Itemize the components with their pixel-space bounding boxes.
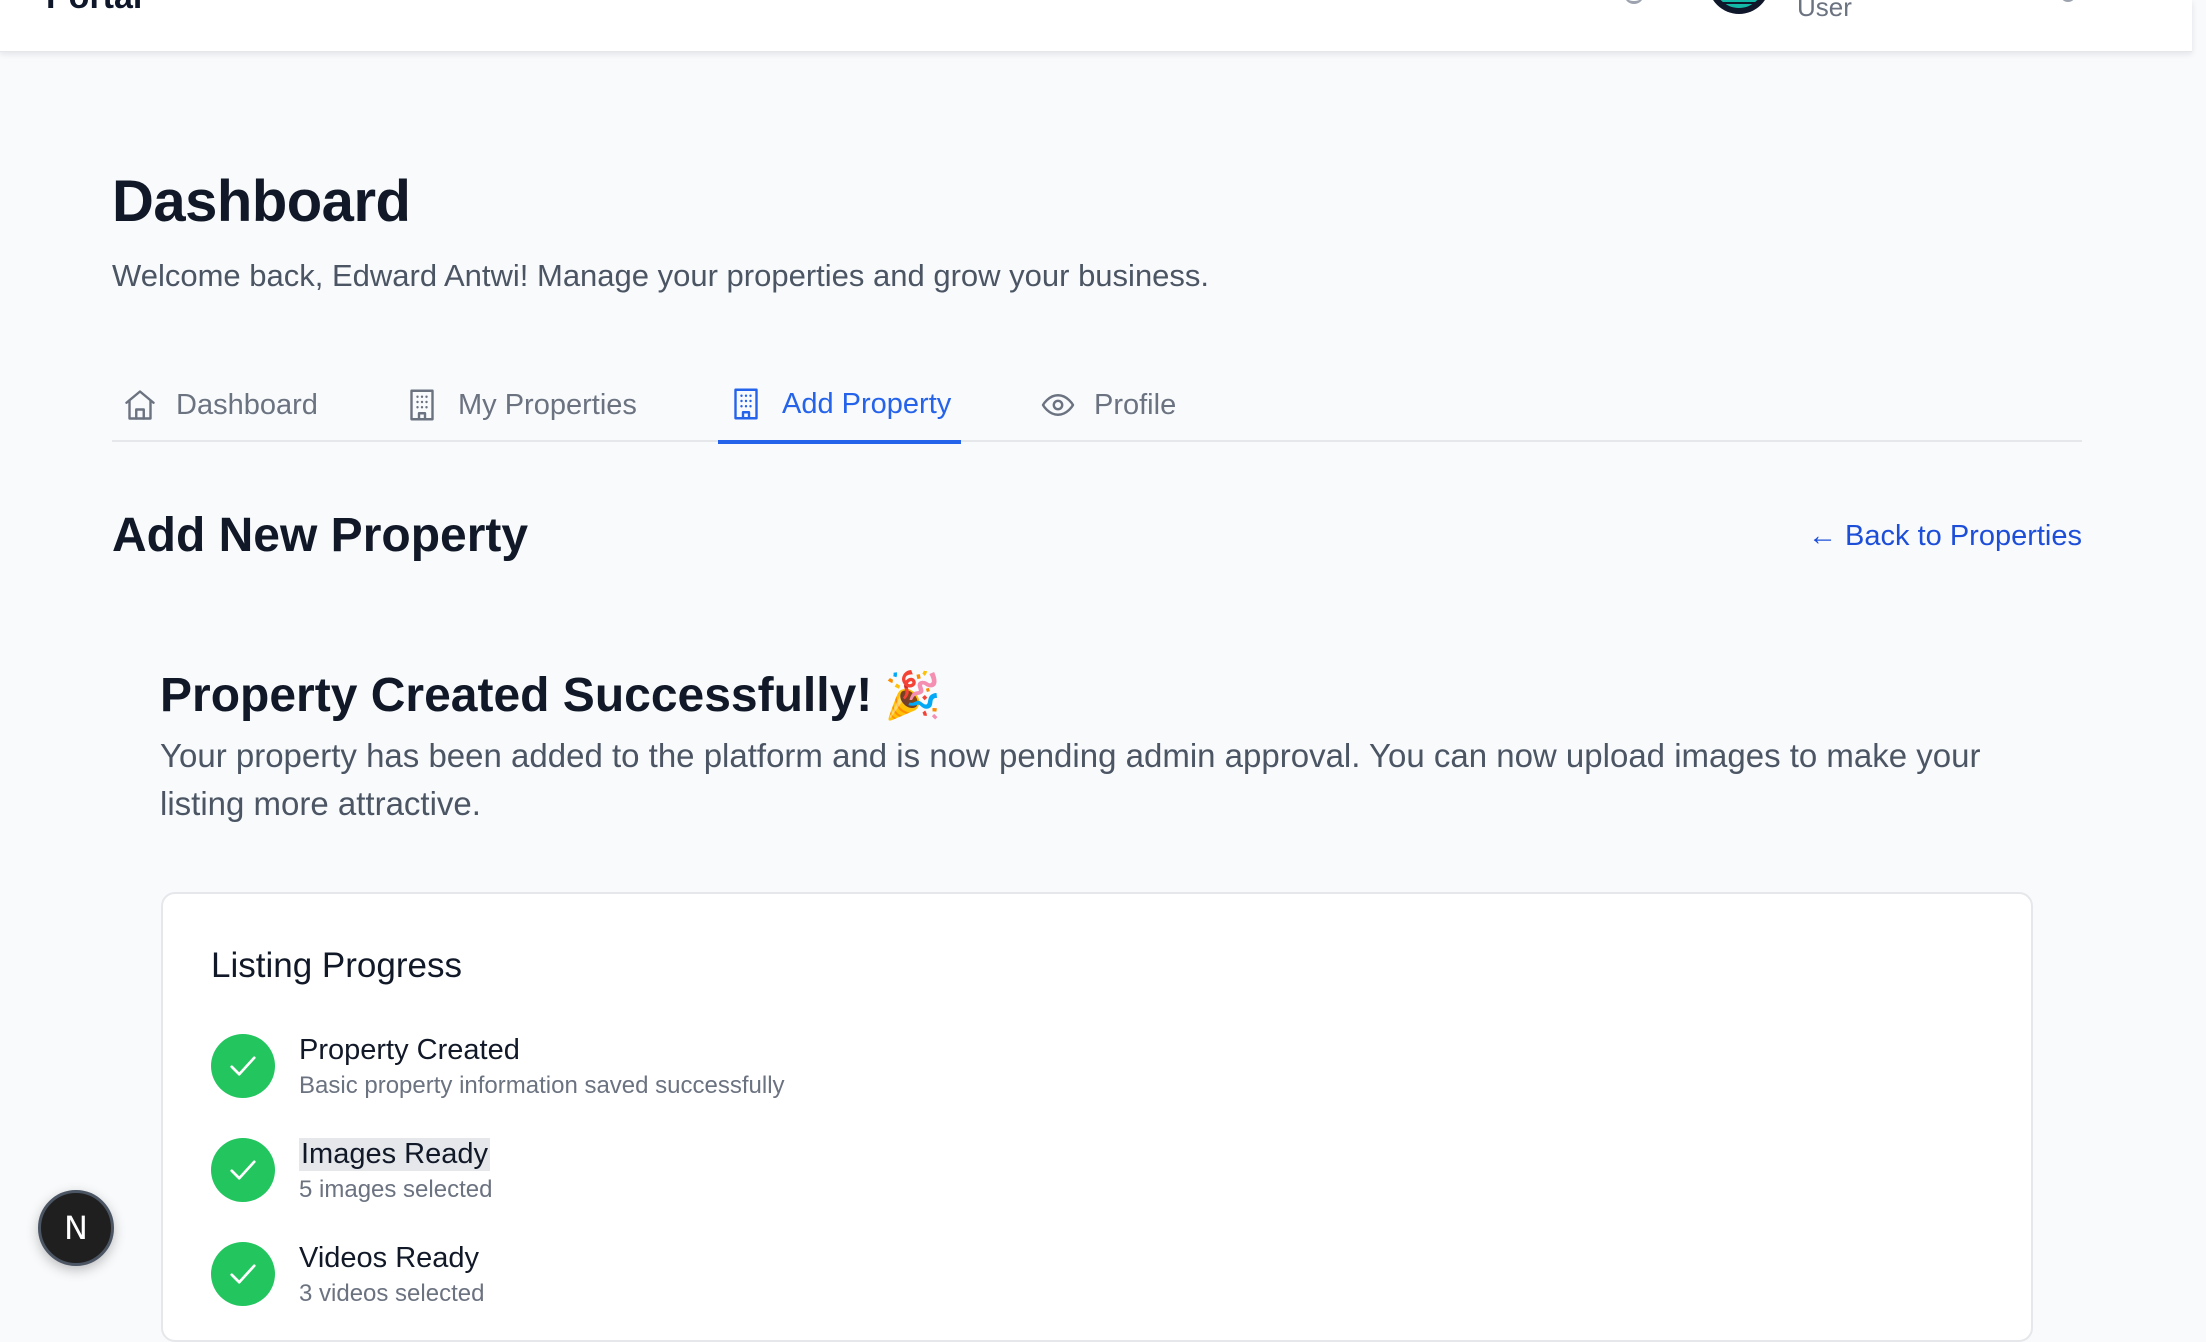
party-popper-icon: 🎉 [884, 669, 942, 721]
check-circle-icon [211, 1034, 275, 1098]
tab-label: Add Property [782, 387, 952, 420]
nextjs-dev-badge[interactable]: N [38, 1190, 114, 1266]
success-heading: Property Created Successfully! 🎉 [160, 668, 942, 723]
building-icon [734, 388, 758, 420]
back-to-properties-link[interactable]: ← Back to Properties [1808, 520, 2082, 553]
step-description: Basic property information saved success… [299, 1072, 785, 1099]
success-message: Your property has been added to the plat… [160, 737, 1981, 822]
step-description: 5 images selected [299, 1176, 493, 1203]
avatar[interactable] [1708, 0, 1770, 14]
notification-icon[interactable] [1624, 0, 1644, 4]
dashboard-tabs: Dashboard My Properties Add Property Pro… [112, 368, 2082, 444]
chevron-down-icon[interactable] [2060, 0, 2076, 2]
page-title: Dashboard [112, 169, 411, 234]
step-label: Videos Ready [299, 1242, 480, 1274]
welcome-message: Welcome back, Edward Antwi! Manage your … [112, 258, 1210, 293]
success-title-text: Property Created Successfully! [160, 669, 873, 722]
tab-profile[interactable]: Profile [1030, 368, 1186, 442]
tab-label: Dashboard [176, 388, 318, 421]
check-circle-icon [211, 1138, 275, 1202]
tab-label: Profile [1094, 388, 1177, 421]
check-circle-icon [211, 1242, 275, 1306]
card-title: Listing Progress [211, 946, 462, 985]
tab-label: My Properties [458, 388, 637, 421]
section-title: Add New Property [112, 509, 529, 562]
progress-step: Videos Ready 3 videos selected [211, 1242, 1411, 1312]
user-role: User [1797, 0, 1852, 22]
tab-my-properties[interactable]: My Properties [394, 368, 647, 442]
progress-step: Images Ready 5 images selected [211, 1138, 1411, 1208]
brand-logo[interactable]: Portal [46, 0, 142, 17]
step-label: Images Ready [299, 1138, 490, 1171]
home-icon [125, 390, 155, 420]
progress-step: Property Created Basic property informat… [211, 1034, 1411, 1104]
eye-icon [1041, 394, 1075, 416]
tab-dashboard[interactable]: Dashboard [112, 368, 328, 442]
step-label: Property Created [299, 1034, 520, 1066]
top-header: Portal User [0, 0, 2192, 52]
listing-progress-card: Listing Progress Property Created Basic … [161, 892, 2033, 1342]
tab-add-property[interactable]: Add Property [718, 368, 962, 444]
building-icon [410, 389, 434, 421]
